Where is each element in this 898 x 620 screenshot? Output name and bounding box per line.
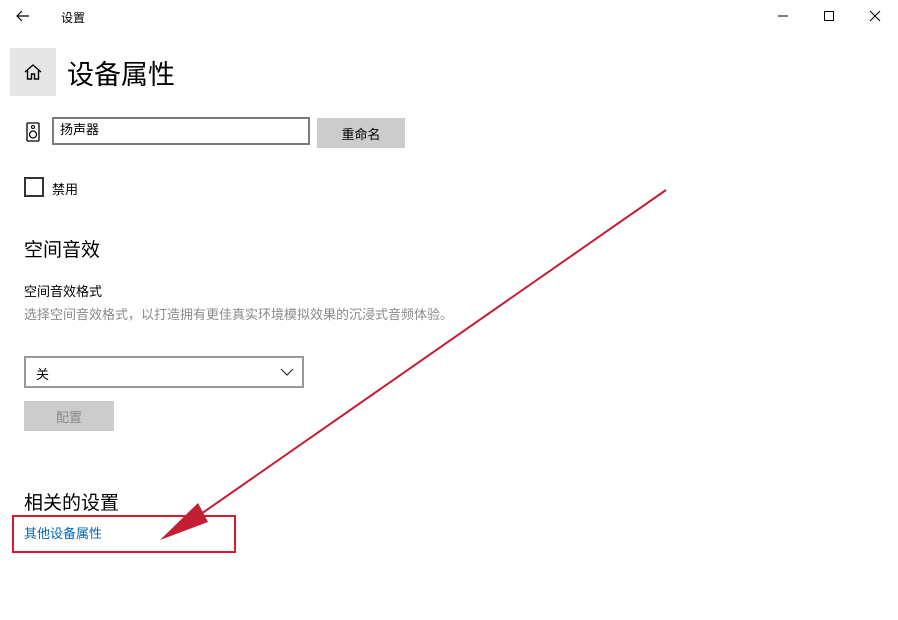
page-title: 设备属性 [67,60,175,91]
close-button[interactable] [852,2,898,30]
maximize-icon [824,11,834,21]
disable-checkbox[interactable] [24,177,44,197]
spatial-sound-heading: 空间音效 [24,239,101,261]
disable-label: 禁用 [52,183,79,198]
device-name-input[interactable]: 扬声器 [52,117,310,145]
maximize-button[interactable] [806,2,852,30]
spatial-description: 选择空间音效格式，以打造拥有更佳真实环境模拟效果的沉浸式音频体验。 [24,308,454,323]
window-title: 设置 [61,11,86,25]
rename-button[interactable]: 重命名 [317,118,405,148]
home-button[interactable] [10,48,56,96]
minimize-button[interactable] [760,2,806,30]
arrow-left-icon [16,10,29,22]
back-button[interactable] [8,2,38,30]
speaker-icon [26,122,40,142]
configure-button[interactable]: 配置 [24,401,114,431]
home-icon [24,64,42,80]
minimize-icon [778,15,788,17]
close-icon [869,10,881,22]
chevron-down-icon [280,368,294,376]
spatial-format-dropdown[interactable]: 关 [24,356,304,388]
spatial-format-label: 空间音效格式 [24,285,103,300]
dropdown-selected-value: 关 [36,368,50,383]
annotation-highlight-box [12,515,236,553]
related-settings-heading: 相关的设置 [24,492,120,514]
